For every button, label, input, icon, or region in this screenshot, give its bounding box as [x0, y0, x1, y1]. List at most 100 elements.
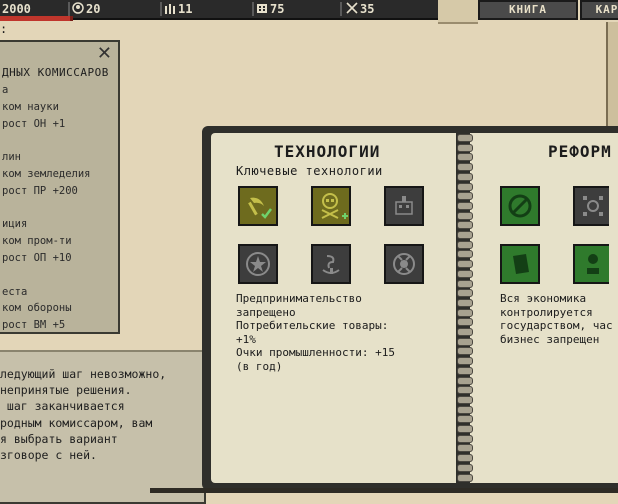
spine-ring	[457, 221, 473, 230]
commissar-line: еста	[2, 285, 28, 298]
spine-ring	[457, 289, 473, 298]
spine-ring	[457, 308, 473, 317]
commissars-panel: ✕ ДНЫХ КОМИССАРОВ а ком науки рост ОН +1 л…	[0, 40, 120, 334]
health-bar	[0, 16, 73, 21]
spine-ring	[457, 386, 473, 395]
commissar-line: рост ОП +10	[2, 251, 72, 264]
dialogue-line: шаг заканчивается	[0, 399, 125, 414]
technologies-title: ТЕХНОЛОГИИ	[274, 142, 381, 161]
commissar-line: ком науки	[2, 100, 59, 113]
commissar-line: ком обороны	[2, 302, 72, 315]
spine-ring	[457, 463, 473, 472]
commissar-line	[2, 267, 91, 284]
spine-ring	[457, 376, 473, 385]
tech-desc-line: Потребительские товары:	[236, 319, 389, 333]
commissar-line	[2, 200, 91, 217]
tech-desc-line: +1%	[236, 332, 256, 346]
tech-tile-machine[interactable]	[384, 186, 424, 226]
military-counter: 35	[346, 0, 374, 18]
gear-network-icon	[583, 196, 603, 216]
frame-bottom-edge	[150, 488, 618, 493]
commissar-line: ком земледелия	[2, 167, 91, 180]
commissar-line: рост ПР +200	[2, 184, 78, 197]
reform-desc-line: контролируется	[500, 305, 593, 319]
workers-icon	[165, 4, 175, 14]
spine-ring	[457, 182, 473, 191]
spine-ring	[457, 425, 473, 433]
spine-ring	[457, 163, 473, 172]
reform-tile-ban[interactable]	[500, 186, 540, 226]
tech-tile-ship[interactable]	[311, 244, 351, 284]
tech-description: Предпринимательство запрещено Потребительс…	[236, 292, 395, 374]
crossed-swords-icon	[346, 2, 358, 14]
spine-ring	[457, 395, 473, 404]
spine-ring	[457, 337, 473, 346]
top-bar-edge	[438, 0, 478, 24]
dialogue-line: родным комиссаром, вам	[0, 415, 153, 430]
commissar-line: лин	[2, 151, 21, 164]
commissar-line: иция	[2, 218, 28, 231]
spine-ring	[457, 415, 473, 424]
commissars-list: а ком науки рост ОН +1 лин ком земледелия ро…	[2, 82, 91, 334]
reform-desc-line: Вся экономика	[500, 292, 587, 305]
settlers-counter: 20	[72, 0, 100, 18]
spine-ring	[457, 134, 473, 142]
spine-ring	[457, 328, 473, 336]
commissar-line: рост ВМ +5	[2, 319, 66, 332]
spine-ring	[457, 405, 473, 414]
close-icon[interactable]: ✕	[97, 43, 112, 64]
money-person-icon	[587, 254, 599, 274]
reform-description: Вся экономика контролируется государством,…	[500, 292, 613, 346]
star-emblem-icon	[246, 252, 270, 276]
tech-tile-skull[interactable]	[311, 186, 351, 226]
spine-ring	[457, 211, 473, 220]
book-spine	[457, 130, 473, 486]
spine-ring	[457, 172, 473, 181]
tech-tile-atom[interactable]	[384, 244, 424, 284]
commissar-line: рост ОН +1	[2, 117, 66, 130]
reform-tile-network[interactable]	[573, 186, 609, 226]
reform-tile-document[interactable]	[500, 244, 540, 284]
spine-ring	[457, 231, 473, 239]
dialogue-line: непринятые решения.	[0, 383, 132, 398]
spine-ring	[457, 444, 473, 453]
tech-desc-line: Предпринимательство	[236, 292, 362, 305]
commissar-line: а	[2, 84, 9, 96]
dialogue-line: ледующий шаг невозможно,	[0, 367, 167, 381]
skull-plus-icon	[321, 193, 348, 219]
tech-tile-star[interactable]	[238, 244, 278, 284]
spine-ring	[457, 250, 473, 259]
tech-desc-line: Очки промышленности: +15	[236, 346, 395, 360]
dialogue-text: ледующий шаг невозможно, непринятые решен…	[0, 366, 166, 463]
spine-ring	[457, 357, 473, 366]
spine-ring	[457, 153, 473, 162]
spine-ring	[457, 318, 473, 327]
factory-machine-icon	[395, 196, 413, 215]
reform-tile-money[interactable]	[573, 244, 609, 284]
reform-desc-line: бизнес запрещен	[500, 332, 600, 346]
spine-ring	[457, 143, 473, 152]
tech-desc-line: (в год)	[236, 359, 283, 373]
spine-ring	[457, 269, 473, 278]
spine-ring	[457, 298, 473, 307]
book-button[interactable]: КНИГА	[478, 0, 578, 20]
reforms-title: РЕФОРМ	[548, 142, 612, 161]
atom-emblem-icon	[393, 253, 415, 275]
workers-counter: 11	[164, 0, 192, 18]
reform-desc-line: государством, час	[500, 319, 613, 333]
spine-ring	[457, 434, 473, 443]
tech-tile-hammer-sickle[interactable]	[238, 186, 278, 226]
commissar-line	[2, 132, 91, 149]
spine-ring	[457, 240, 473, 249]
dialogue-line: я выбрать вариант	[0, 431, 118, 446]
ship-wheel-icon	[322, 255, 340, 274]
tech-desc-line: запрещено	[236, 305, 296, 319]
ban-icon	[508, 194, 532, 218]
map-button[interactable]: КАР	[580, 0, 618, 20]
factories-counter: 75	[256, 0, 284, 18]
spine-ring	[457, 473, 473, 482]
spine-ring	[457, 366, 473, 375]
key-technologies-subtitle: Ключевые технологии	[236, 164, 383, 178]
spine-ring	[457, 347, 473, 356]
panel-title: ДНЫХ КОМИССАРОВ	[2, 66, 109, 79]
